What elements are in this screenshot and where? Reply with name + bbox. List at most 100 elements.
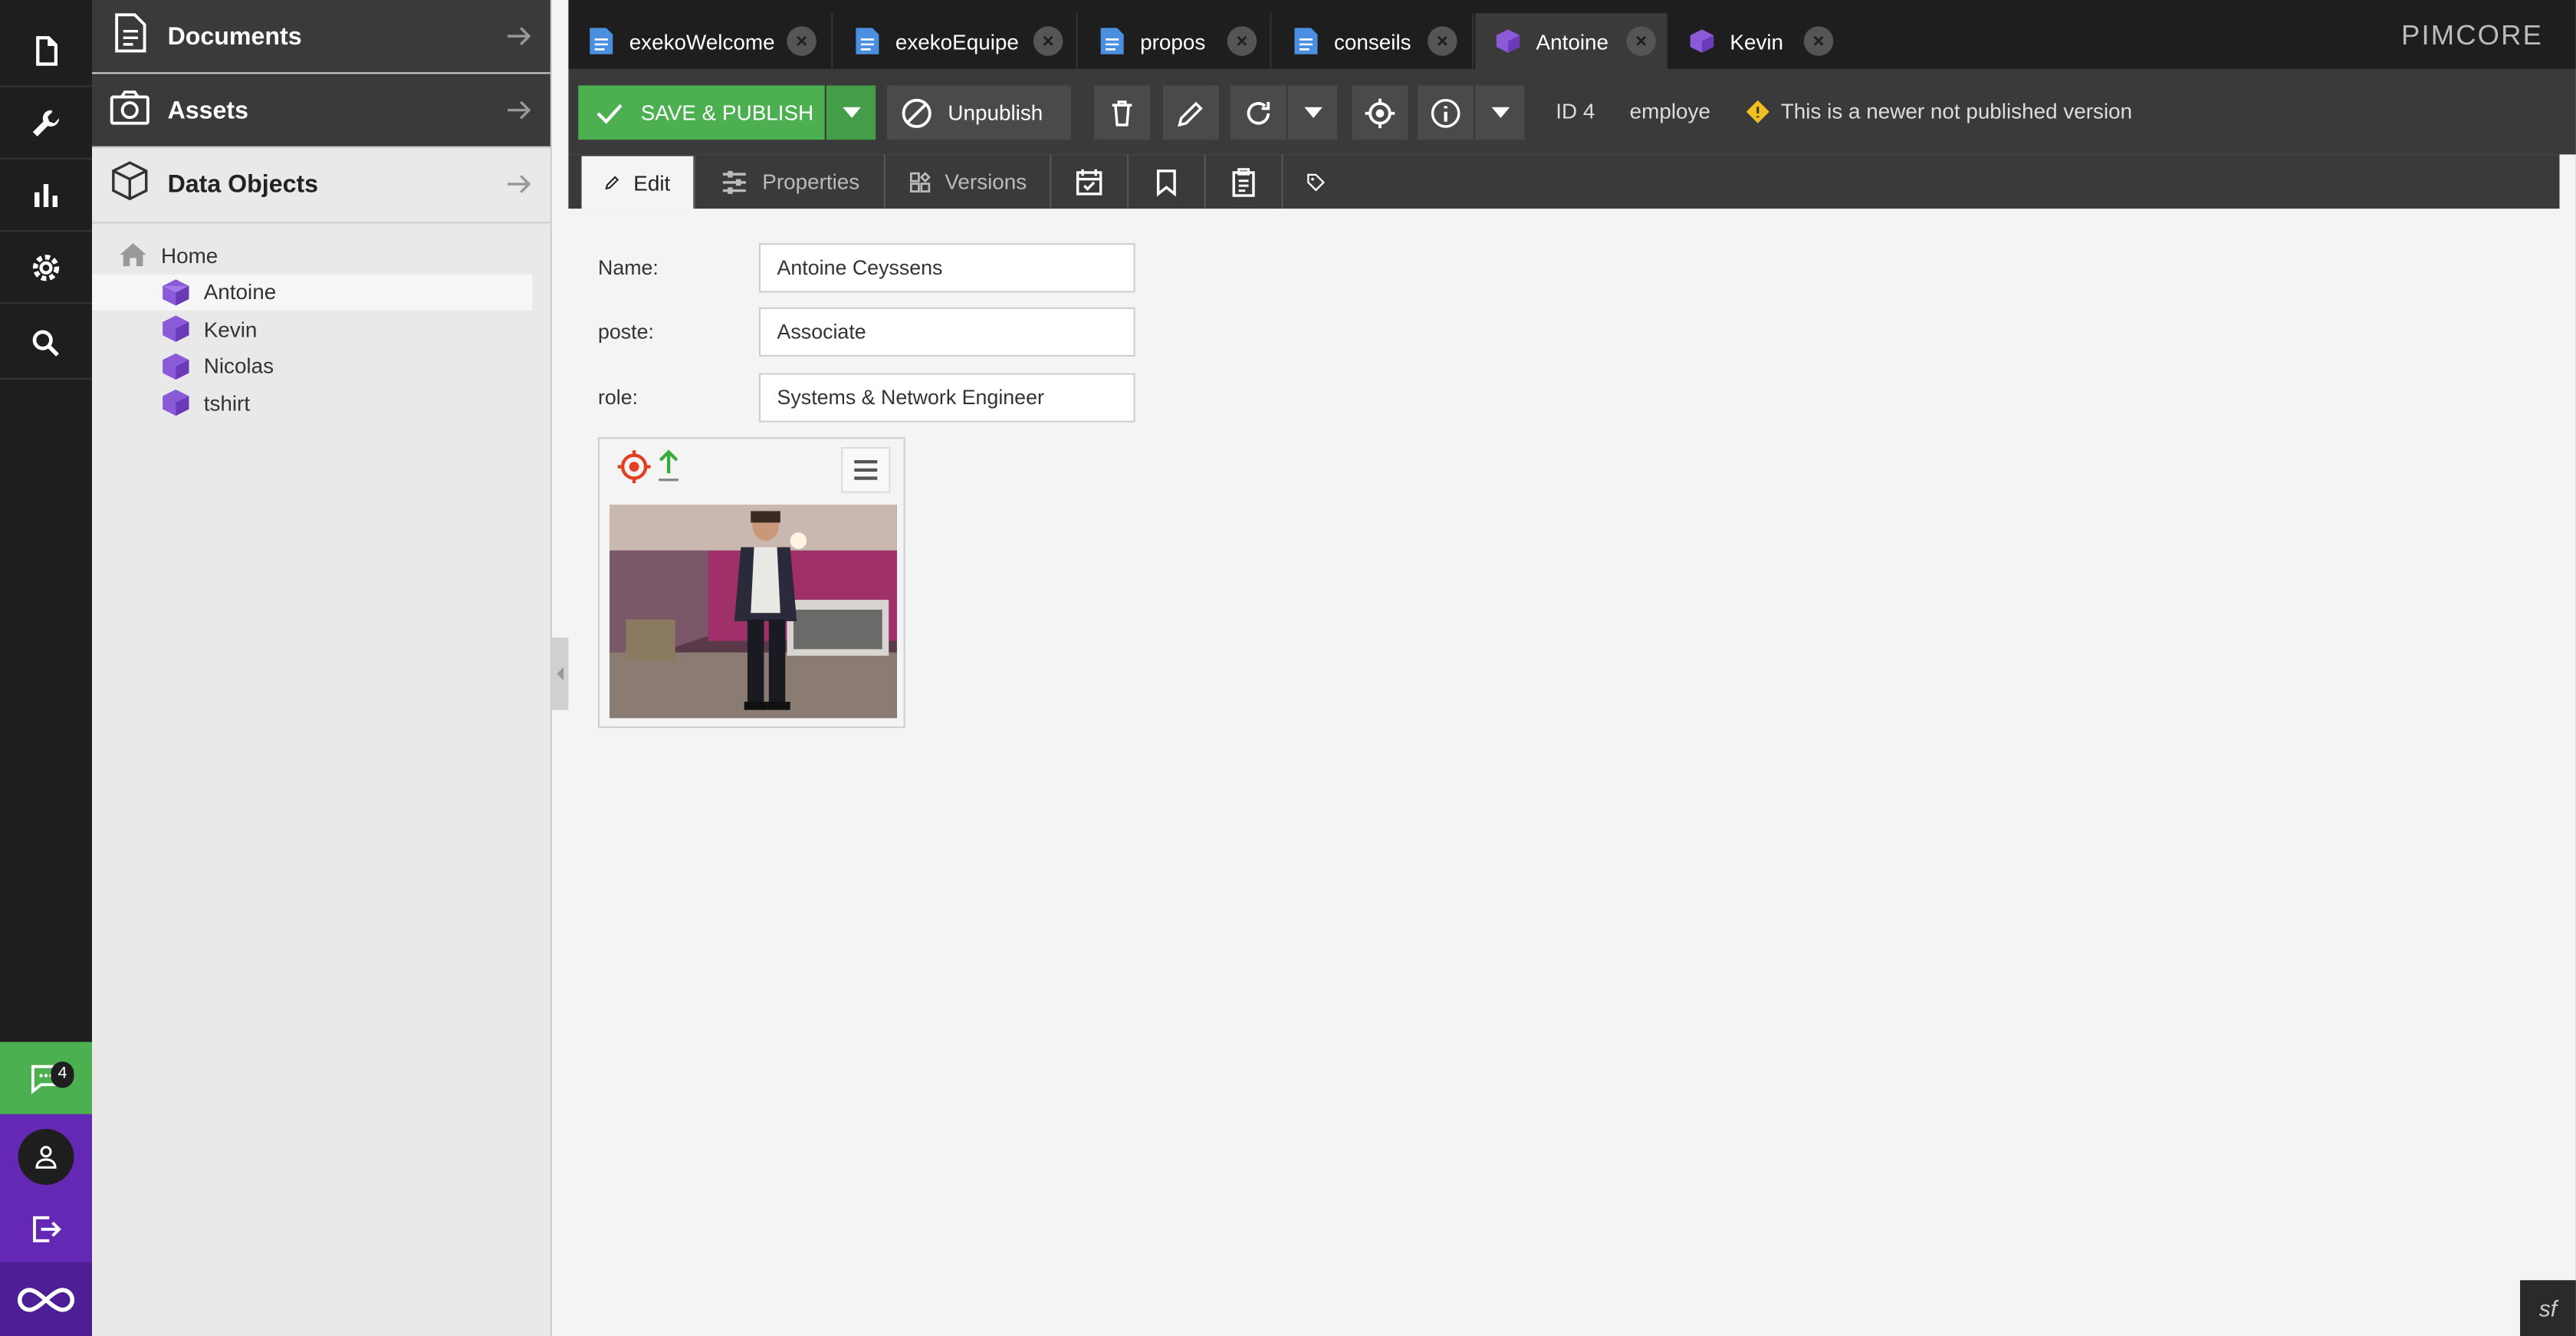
- name-input[interactable]: Antoine Ceyssens: [758, 243, 1135, 293]
- status-message: This is a newer not published version: [1746, 99, 2132, 123]
- logout-button[interactable]: [0, 1196, 92, 1262]
- image-menu-button[interactable]: [841, 446, 891, 493]
- locate-in-tree-button[interactable]: [1352, 85, 1408, 140]
- infinity-icon: [17, 1287, 75, 1311]
- hamburger-icon: [854, 459, 878, 480]
- arrow-right-icon[interactable]: [504, 95, 534, 125]
- tree-node-antoine[interactable]: Antoine: [91, 273, 533, 311]
- tree-node-label: Antoine: [203, 279, 277, 304]
- tools-rail-button[interactable]: [0, 87, 92, 160]
- tab-exekoequipe[interactable]: exekoEquipe ×: [835, 13, 1078, 69]
- document-file-icon: [856, 28, 879, 54]
- symfony-toolbar-toggle[interactable]: sf: [2520, 1280, 2576, 1336]
- close-tab-icon[interactable]: ×: [1626, 26, 1656, 56]
- object-cube-icon: [1496, 29, 1520, 53]
- object-cube-icon: [163, 390, 189, 416]
- ban-icon: [902, 97, 932, 127]
- delete-button[interactable]: [1094, 85, 1150, 140]
- data-objects-accordion[interactable]: Data Objects: [91, 147, 550, 224]
- tab-versions[interactable]: Versions: [886, 154, 1052, 209]
- check-icon: [596, 103, 623, 123]
- tab-antoine[interactable]: Antoine ×: [1475, 13, 1668, 69]
- reports-rail-button[interactable]: [0, 160, 92, 232]
- trash-icon: [1112, 100, 1132, 126]
- document-file-icon: [590, 28, 613, 54]
- save-publish-button[interactable]: SAVE & PUBLISH: [578, 85, 825, 140]
- save-publish-label: SAVE & PUBLISH: [640, 100, 814, 125]
- object-toolbar: SAVE & PUBLISH Unpublish ID 4 employe Th…: [568, 68, 2576, 155]
- main-rail: 4: [0, 0, 92, 1336]
- tree-node-nicolas[interactable]: Nicolas: [92, 347, 550, 384]
- tab-kevin[interactable]: Kevin ×: [1669, 13, 1846, 69]
- role-input[interactable]: Systems & Network Engineer: [758, 373, 1135, 423]
- sliders-icon: [722, 169, 746, 193]
- tab-properties[interactable]: Properties: [697, 154, 886, 209]
- employee-photo[interactable]: [609, 504, 897, 719]
- tab-tags[interactable]: [1283, 154, 1349, 209]
- assets-accordion[interactable]: Assets: [91, 74, 550, 148]
- poste-field: poste: Associate: [597, 307, 1135, 357]
- rename-button[interactable]: [1163, 85, 1219, 140]
- documents-rail-button[interactable]: [0, 15, 92, 87]
- role-field: role: Systems & Network Engineer: [598, 373, 1135, 423]
- hotspot-icon[interactable]: [616, 449, 652, 485]
- chart-icon: [34, 183, 58, 206]
- tab-schedule[interactable]: [1051, 154, 1129, 209]
- panel-collapse-handle[interactable]: [551, 637, 569, 710]
- info-button[interactable]: [1418, 85, 1474, 140]
- photo-image: [609, 504, 897, 719]
- object-subtabs: Edit Properties Versions: [568, 154, 2560, 209]
- object-cube-icon: [163, 315, 189, 343]
- info-options-dropdown[interactable]: [1475, 85, 1525, 140]
- close-tab-icon[interactable]: ×: [787, 26, 816, 56]
- clipboard-icon: [1232, 167, 1255, 196]
- object-cube-icon: [163, 353, 189, 380]
- refresh-icon: [1247, 100, 1270, 124]
- tab-conseils[interactable]: conseils ×: [1273, 13, 1474, 69]
- user-avatar[interactable]: [18, 1129, 74, 1185]
- save-options-dropdown[interactable]: [826, 85, 876, 140]
- documents-accordion[interactable]: Documents: [91, 0, 550, 74]
- document-icon: [36, 35, 58, 65]
- status-message-text: This is a newer not published version: [1780, 98, 2133, 123]
- logout-icon: [33, 1216, 61, 1242]
- arrow-right-icon[interactable]: [504, 21, 534, 51]
- tab-edit-label: Edit: [633, 169, 671, 195]
- unpublish-button[interactable]: Unpublish: [887, 85, 1072, 140]
- settings-rail-button[interactable]: [0, 232, 92, 304]
- tree-node-tshirt[interactable]: tshirt: [92, 384, 550, 421]
- search-rail-button[interactable]: [0, 308, 92, 380]
- pencil-icon: [1178, 100, 1203, 127]
- tag-icon: [1307, 173, 1325, 191]
- tab-notes[interactable]: [1206, 154, 1283, 209]
- tab-bookmark[interactable]: [1129, 154, 1206, 209]
- close-tab-icon[interactable]: ×: [1033, 26, 1063, 56]
- pencil-icon: [605, 176, 619, 190]
- notifications-button[interactable]: 4: [0, 1041, 92, 1114]
- close-tab-icon[interactable]: ×: [1227, 26, 1257, 56]
- arrow-right-icon[interactable]: [504, 169, 534, 199]
- user-area: [0, 1114, 92, 1336]
- reload-button[interactable]: [1230, 85, 1286, 140]
- navigation-panel: Documents Assets Data Objects Home Antoi…: [91, 0, 552, 1336]
- object-tree: Home Antoine Kevin Nicolas tshirt: [91, 223, 550, 421]
- cube-icon: [108, 160, 151, 210]
- poste-label: poste:: [597, 320, 654, 344]
- info-icon: [1431, 97, 1460, 127]
- upload-icon[interactable]: [656, 447, 682, 483]
- tree-node-home[interactable]: Home: [92, 237, 550, 274]
- wrench-icon: [32, 109, 60, 136]
- close-tab-icon[interactable]: ×: [1803, 26, 1834, 56]
- pimcore-logo: PIMCORE: [2401, 19, 2544, 51]
- tab-edit[interactable]: Edit: [581, 156, 695, 209]
- tab-exekowelcome[interactable]: exekoWelcome ×: [568, 13, 833, 69]
- reload-options-dropdown[interactable]: [1287, 85, 1338, 140]
- tree-node-label: Nicolas: [203, 354, 274, 379]
- poste-input[interactable]: Associate: [758, 307, 1135, 357]
- tree-node-label: tshirt: [203, 390, 251, 416]
- tab-propos[interactable]: propos ×: [1079, 13, 1272, 69]
- tree-node-kevin[interactable]: Kevin: [92, 311, 550, 347]
- close-tab-icon[interactable]: ×: [1428, 26, 1457, 56]
- symfony-infinity-button[interactable]: [0, 1262, 92, 1336]
- object-cube-icon: [1690, 29, 1714, 53]
